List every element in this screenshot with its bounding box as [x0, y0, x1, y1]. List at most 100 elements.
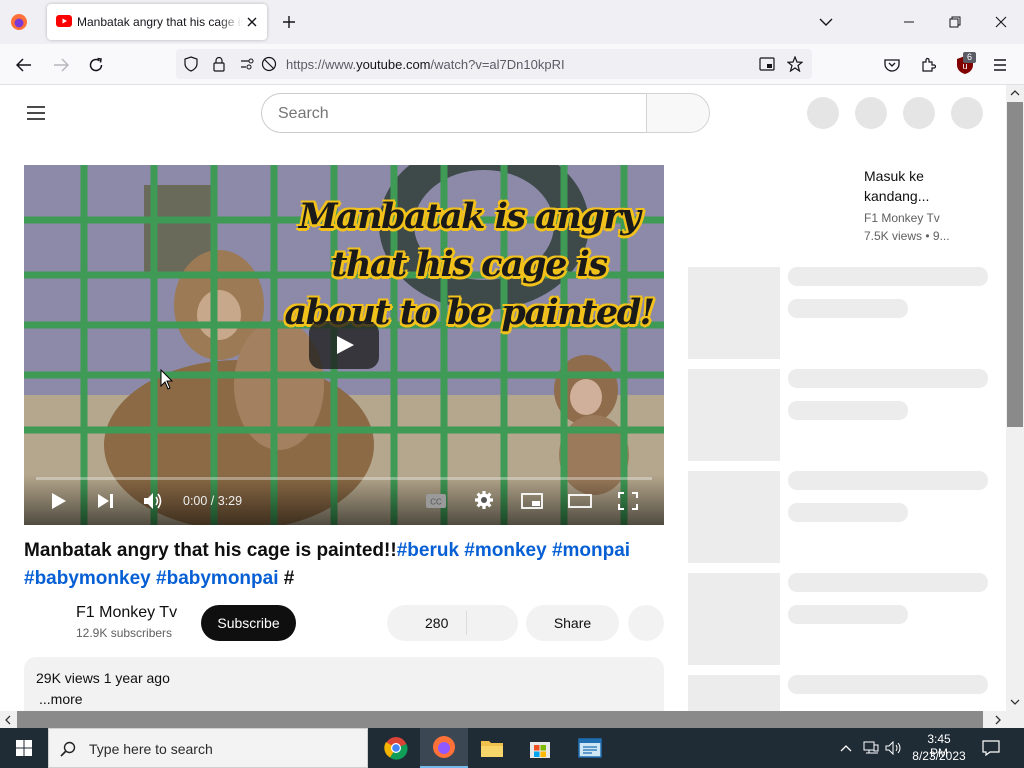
extensions-icon[interactable] [918, 55, 938, 75]
permissions-icon[interactable] [239, 55, 257, 73]
youtube-page: Search Manbatak is angry that his cage i… [0, 85, 1006, 711]
volume-icon[interactable] [142, 489, 164, 513]
chrome-icon[interactable] [378, 728, 414, 768]
fullscreen-icon[interactable] [616, 489, 640, 513]
vertical-scrollbar[interactable] [1006, 85, 1024, 711]
search-icon [59, 740, 77, 758]
theater-mode-icon[interactable] [568, 489, 592, 513]
header-placeholder-3[interactable] [903, 97, 935, 129]
loading-line [788, 299, 908, 318]
settings-gear-icon[interactable] [472, 488, 496, 512]
pocket-icon[interactable] [882, 55, 902, 75]
active-tab[interactable]: Manbatak angry that his cage is painted!… [47, 4, 267, 40]
scroll-left-arrow-icon[interactable] [3, 714, 13, 725]
firefox-taskbar-icon[interactable] [420, 728, 468, 768]
restore-icon[interactable] [946, 13, 964, 31]
play-icon[interactable] [48, 489, 70, 513]
player-controls: 0:00 / 3:29 CC [24, 475, 664, 525]
new-tab-icon[interactable] [280, 13, 298, 31]
youtube-favicon-icon [56, 15, 72, 27]
subscriber-count: 12.9K subscribers [76, 626, 173, 640]
video-title: Manbatak angry that his cage is painted!… [24, 537, 669, 593]
app-window-icon[interactable] [570, 728, 610, 768]
share-button[interactable]: Share [526, 605, 619, 641]
windows-start-icon[interactable] [0, 728, 48, 768]
loading-line [788, 605, 908, 624]
like-dislike-button[interactable]: 280 [387, 605, 518, 641]
scroll-right-arrow-icon[interactable] [993, 714, 1003, 725]
loading-line [788, 573, 988, 592]
taskbar-search-input[interactable]: Type here to search [48, 728, 368, 768]
firefox-view-icon[interactable] [9, 12, 29, 32]
video-overlay-caption: Manbatak is angry that his cage is about… [284, 196, 655, 333]
extension-badge: 6 [963, 52, 976, 63]
more-actions-button[interactable] [628, 605, 664, 641]
app-menu-icon[interactable] [990, 55, 1010, 75]
subscribe-button[interactable]: Subscribe [201, 605, 296, 641]
vertical-scroll-thumb[interactable] [1007, 102, 1023, 427]
svg-text:CC: CC [430, 498, 442, 507]
video-player[interactable]: Manbatak is angry that his cage is about… [24, 165, 664, 525]
hashtag-link[interactable]: #babymonpai [156, 568, 278, 589]
microsoft-store-icon[interactable] [522, 728, 558, 768]
reload-icon[interactable] [86, 55, 106, 75]
search-input[interactable]: Search [261, 93, 647, 133]
hashtag-link[interactable]: #monpai [552, 540, 630, 561]
volume-tray-icon[interactable] [885, 739, 903, 757]
horizontal-scrollbar[interactable] [0, 711, 1024, 728]
scroll-up-arrow-icon[interactable] [1009, 88, 1021, 98]
forward-icon[interactable] [51, 55, 71, 75]
hashtag-trailing: # [283, 568, 295, 589]
hashtag-link[interactable]: #beruk [397, 540, 459, 561]
file-explorer-icon[interactable] [474, 728, 510, 768]
minimize-icon[interactable] [900, 13, 918, 31]
horizontal-scroll-thumb[interactable] [17, 711, 983, 728]
tracking-protection-shield-icon[interactable] [182, 55, 200, 73]
windows-taskbar: Type here to search 3:45 PM 8/23/2023 [0, 728, 1024, 768]
time-display: 0:00 / 3:29 [183, 494, 243, 508]
hashtag-link[interactable]: #babymonkey [24, 568, 151, 589]
lock-icon[interactable] [210, 55, 228, 73]
loading-thumbnail [688, 573, 780, 665]
bookmark-star-icon[interactable] [786, 55, 804, 73]
related-video-title[interactable]: Masuk ke kandang... [864, 166, 974, 206]
autoplay-blocked-icon[interactable] [260, 55, 278, 73]
hashtag-link[interactable]: #monkey [464, 540, 546, 561]
next-video-icon[interactable] [95, 489, 117, 513]
header-placeholder-4[interactable] [951, 97, 983, 129]
picture-in-picture-icon[interactable] [758, 55, 776, 73]
miniplayer-icon[interactable] [520, 489, 544, 513]
loading-thumbnail [688, 675, 780, 711]
guide-menu-icon[interactable] [24, 101, 48, 125]
progress-bar[interactable] [36, 477, 652, 480]
close-window-icon[interactable] [992, 13, 1010, 31]
description-box[interactable]: 29K views 1 year ago ...more [24, 657, 664, 711]
show-hidden-icons-chevron-icon[interactable] [838, 740, 854, 756]
loading-line [788, 675, 988, 694]
large-play-button[interactable] [309, 321, 379, 369]
notifications-icon[interactable] [980, 738, 1002, 758]
show-more-link[interactable]: ...more [39, 691, 83, 707]
close-tab-icon[interactable] [244, 14, 260, 30]
taskbar-date[interactable]: 8/23/2023 [910, 749, 968, 763]
views-and-date: 29K views 1 year ago [36, 670, 170, 686]
scroll-down-arrow-icon[interactable] [1009, 697, 1021, 707]
loading-line [788, 267, 988, 286]
subtitles-icon[interactable]: CC [424, 489, 448, 513]
search-button[interactable] [646, 93, 710, 133]
url-bar[interactable]: https://www.youtube.com/watch?v=al7Dn10k… [176, 49, 812, 79]
loading-thumbnail [688, 471, 780, 563]
header-placeholder-1[interactable] [807, 97, 839, 129]
tab-title: Manbatak angry that his cage is painted!… [77, 15, 243, 29]
channel-name[interactable]: F1 Monkey Tv [76, 604, 177, 622]
back-icon[interactable] [14, 55, 34, 75]
loading-line [788, 471, 988, 490]
loading-line [788, 369, 988, 388]
navigation-toolbar: https://www.youtube.com/watch?v=al7Dn10k… [0, 44, 1024, 85]
video-title-text: Manbatak angry that his cage is painted!… [24, 540, 397, 561]
header-placeholder-2[interactable] [855, 97, 887, 129]
related-video-meta: 7.5K views • 9... [864, 229, 950, 243]
network-icon[interactable] [862, 739, 880, 757]
related-video-channel[interactable]: F1 Monkey Tv [864, 211, 940, 225]
list-all-tabs-icon[interactable] [817, 13, 835, 31]
